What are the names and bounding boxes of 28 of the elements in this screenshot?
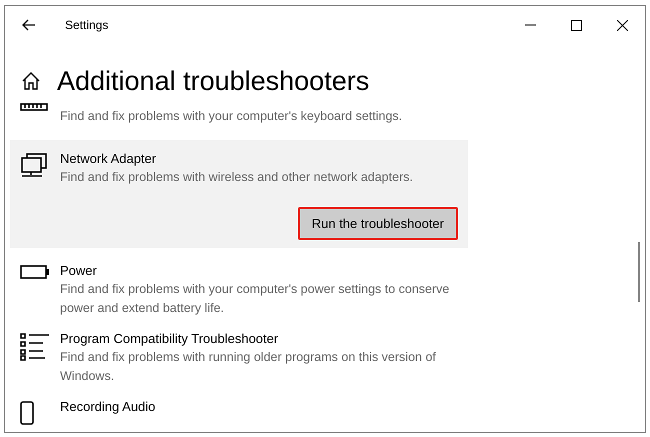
battery-icon	[20, 265, 50, 279]
maximize-icon	[570, 20, 582, 30]
item-description: Find and fix problems with your computer's keyboard settings.	[60, 108, 404, 125]
keyboard-icon	[20, 103, 48, 111]
item-title: Power	[60, 262, 98, 280]
item-title: Program Compatibility Troubleshooter	[60, 330, 280, 348]
close-icon	[616, 20, 628, 30]
scrollbar-thumb[interactable]	[638, 242, 640, 302]
item-description: Find and fix problems with your computer's power settings to conserve power and extend battery life.	[60, 281, 450, 317]
item-description: Find and fix problems with wireless and other network adapters.	[60, 169, 414, 186]
item-title: Network Adapter	[60, 150, 158, 168]
item-description: Find and fix problems with running older programs on this version of Windows.	[60, 349, 437, 385]
device-icon	[20, 401, 34, 425]
troubleshooter-item[interactable]: Recording Audio	[10, 392, 468, 431]
run-troubleshooter-button[interactable]: Run the troubleshooter	[298, 207, 458, 240]
monitor-icon	[20, 153, 48, 179]
troubleshooter-item[interactable]: Program Compatibility Troubleshooter Find and fix problems with running older programs on this version of Windows.	[10, 324, 468, 392]
home-icon	[22, 72, 40, 90]
troubleshooter-item[interactable]: Power Find and fix problems with your computer's power settings to conserve power and extend battery life.	[10, 256, 468, 324]
troubleshooter-item[interactable]: Find and fix problems with your computer's keyboard settings.	[10, 101, 468, 132]
back-arrow-icon	[22, 19, 36, 31]
troubleshooter-card[interactable]: Network Adapter Find and fix problems with wireless and other network adapters. Run the troubleshooter	[10, 140, 468, 248]
window-title: Settings	[65, 17, 108, 34]
item-title: Recording Audio	[60, 398, 156, 416]
minimize-icon	[524, 24, 536, 26]
home-button[interactable]	[20, 70, 42, 92]
page-title: Additional troubleshooters	[57, 68, 370, 94]
list-icon	[20, 333, 50, 361]
